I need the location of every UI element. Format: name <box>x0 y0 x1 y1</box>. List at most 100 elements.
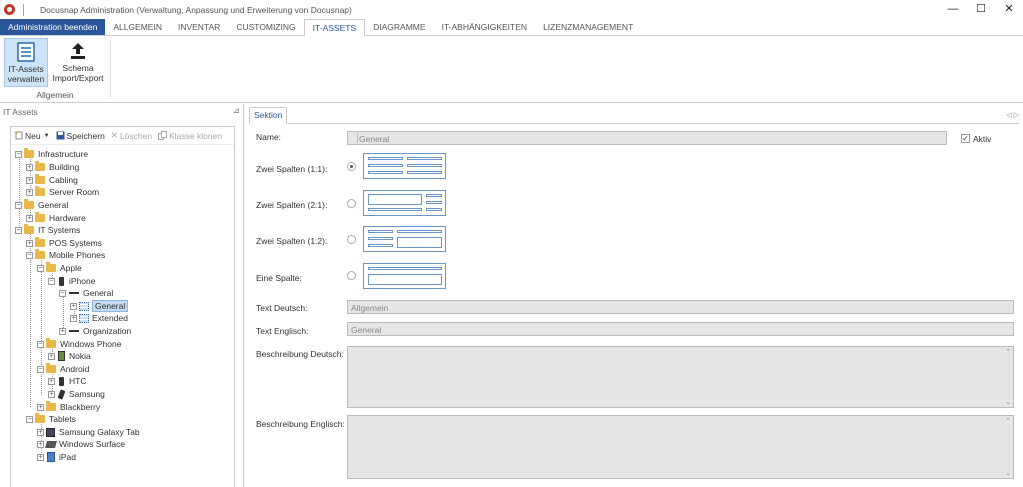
name-field[interactable]: General <box>347 131 947 145</box>
aktiv-checkbox[interactable]: ✓ <box>961 134 970 143</box>
folder-icon <box>35 174 45 184</box>
menu-bar: Administration beenden ALLGEMEIN INVENTA… <box>0 19 1023 37</box>
close-button[interactable]: ✕ <box>995 0 1023 19</box>
delete-button[interactable]: ✕ Löschen <box>111 130 152 141</box>
tree-node[interactable]: + HTC <box>48 375 86 387</box>
save-button[interactable]: Speichern <box>56 131 105 141</box>
single-column-preview[interactable] <box>363 263 446 289</box>
folder-icon <box>35 413 45 423</box>
section-tabstrip: Sektion ◁ ▷ <box>249 107 1019 124</box>
layout-1-1-radio[interactable] <box>347 162 356 171</box>
single-column-radio[interactable] <box>347 271 356 280</box>
section-editor: Sektion ◁ ▷ Name: General ✓ Aktiv Zwei S… <box>245 104 1023 487</box>
tree-node[interactable]: + Nokia <box>48 350 91 362</box>
tree-node-label: Server Room <box>49 187 100 197</box>
tree-node[interactable]: − iPhone <box>48 275 95 287</box>
new-label: Neu <box>25 130 41 141</box>
text-de-field[interactable]: Allgemein <box>347 300 1014 314</box>
scroll-up-icon[interactable]: ⌃ <box>1005 417 1011 425</box>
tree-node-label: HTC <box>69 376 87 386</box>
layout-1-2-label: Zwei Spalten (1:2): <box>256 236 328 246</box>
ribbon: IT-Assets verwalten Schema Import/Export… <box>0 36 1023 103</box>
tree-node-label: Apple <box>60 263 82 273</box>
layout-2-1-preview[interactable] <box>363 190 446 216</box>
tree-node-label: General <box>83 288 114 298</box>
manage-it-assets-label-1: IT-Assets <box>8 64 44 74</box>
scroll-up-icon[interactable]: ⌃ <box>1005 348 1011 356</box>
tree-node[interactable]: − Windows Phone <box>37 338 121 350</box>
desc-de-textarea[interactable]: ⌃ ⌄ <box>347 346 1014 408</box>
new-button[interactable]: Neu ▼ <box>14 131 50 141</box>
tree-node[interactable]: + Samsung <box>48 388 105 400</box>
tree-node[interactable]: + Extended <box>70 312 128 324</box>
phone-icon <box>57 388 66 400</box>
clone-label: Klasse klonen <box>169 130 223 141</box>
tree-node[interactable]: − IT Systems <box>15 224 80 236</box>
tree-node-label: Windows Phone <box>60 339 122 349</box>
folder-icon <box>35 161 45 171</box>
text-en-field[interactable]: General <box>347 322 1014 336</box>
tree-node[interactable]: − General <box>15 199 68 211</box>
tree-node[interactable]: + Building <box>26 161 79 173</box>
tree-node[interactable]: − Tablets <box>26 413 76 425</box>
layout-1-1-label: Zwei Spalten (1:1): <box>256 164 328 174</box>
name-value: General <box>359 134 390 144</box>
tab-it-assets[interactable]: IT-ASSETS <box>303 19 366 37</box>
tree-node-label: Nokia <box>69 351 91 361</box>
tab-nav-arrows[interactable]: ◁ ▷ <box>1006 111 1019 119</box>
tree-node[interactable]: + Cabling <box>26 174 78 186</box>
folder-icon <box>24 224 34 234</box>
tree-node[interactable]: − Apple <box>37 262 82 274</box>
schema-import-export-button[interactable]: Schema Import/Export <box>52 38 104 87</box>
tree-node[interactable]: + iPad <box>37 451 76 463</box>
tree-node[interactable]: + Organization <box>59 325 131 337</box>
section-icon <box>69 330 79 332</box>
tree-node-label: IT Systems <box>38 225 81 235</box>
maximize-button[interactable]: ☐ <box>967 0 995 19</box>
title-bar: Docusnap Administration (Verwaltung, Anp… <box>0 0 1023 19</box>
tab-lizenzmanagement[interactable]: LIZENZMANAGEMENT <box>535 19 641 35</box>
tree-node[interactable]: + Server Room <box>26 186 99 198</box>
tree-node[interactable]: + Windows Surface <box>37 438 125 450</box>
tree-node[interactable]: − Mobile Phones <box>26 249 105 261</box>
tree-node[interactable]: + Blackberry <box>37 401 100 413</box>
tree-node-label: Building <box>49 162 80 172</box>
tree-node[interactable]: + Hardware <box>26 212 86 224</box>
tablet-icon <box>47 452 55 462</box>
tab-diagramme[interactable]: DIAGRAMME <box>365 19 433 35</box>
layout-1-2-preview[interactable] <box>363 226 446 252</box>
tree-node[interactable]: − Infrastructure <box>15 148 88 160</box>
text-en-label: Text Englisch: <box>256 326 309 336</box>
tab-it-abhaengigkeiten[interactable]: IT-ABHÄNGIGKEITEN <box>434 19 536 35</box>
tree-node-label: Hardware <box>49 213 86 223</box>
scroll-down-icon[interactable]: ⌄ <box>1005 398 1011 406</box>
tab-customizing[interactable]: CUSTOMIZING <box>228 19 303 35</box>
schema-label-2: Import/Export <box>52 73 104 83</box>
tab-sektion[interactable]: Sektion <box>249 107 288 124</box>
tree-node[interactable]: − General <box>59 287 113 299</box>
delete-label: Löschen <box>119 130 153 141</box>
desc-en-textarea[interactable]: ⌃ ⌄ <box>347 415 1014 479</box>
scroll-down-icon[interactable]: ⌄ <box>1005 469 1011 477</box>
tree-node[interactable]: − Android <box>37 363 89 375</box>
admin-exit-button[interactable]: Administration beenden <box>0 19 106 35</box>
layout-1-2-radio[interactable] <box>347 235 356 244</box>
clone-class-button[interactable]: Klasse klonen <box>158 131 222 141</box>
tree-node-label: Blackberry <box>60 402 101 412</box>
minimize-button[interactable]: — <box>939 0 967 19</box>
tree-node-label: Mobile Phones <box>49 250 106 260</box>
pin-icon[interactable]: ⊿ <box>233 106 240 115</box>
tree-node[interactable]: + Samsung Galaxy Tab <box>37 426 140 438</box>
tab-inventar[interactable]: INVENTAR <box>170 19 228 35</box>
clone-icon <box>158 131 168 140</box>
tree-node-label: Tablets <box>49 414 76 424</box>
tab-allgemein[interactable]: ALLGEMEIN <box>105 19 170 35</box>
tree-node[interactable]: + POS Systems <box>26 237 102 249</box>
tree-node-label: Android <box>60 364 90 374</box>
tree-node[interactable]: + General <box>70 300 129 312</box>
save-icon <box>56 131 65 140</box>
manage-it-assets-button[interactable]: IT-Assets verwalten <box>4 38 48 87</box>
layout-2-1-radio[interactable] <box>347 199 356 208</box>
layout-1-1-preview[interactable] <box>363 153 446 179</box>
tree-container: Neu ▼ Speichern ✕ Löschen Klasse klonen <box>10 126 235 487</box>
